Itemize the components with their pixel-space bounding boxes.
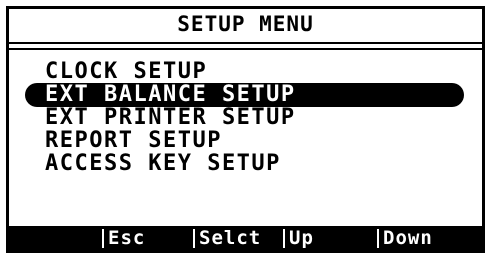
- title-divider: [9, 42, 482, 50]
- setup-menu-list: CLOCK SETUP EXT BALANCE SETUP EXT PRINTE…: [25, 60, 476, 176]
- up-softkey[interactable]: Up: [283, 226, 314, 250]
- menu-item-clock-setup[interactable]: CLOCK SETUP: [35, 60, 476, 84]
- softkey-bar: Esc Selct Up Down: [9, 226, 482, 250]
- menu-item-ext-balance-setup[interactable]: EXT BALANCE SETUP: [25, 83, 464, 107]
- screen-title: SETUP MENU: [177, 12, 314, 36]
- menu-item-access-key-setup[interactable]: ACCESS KEY SETUP: [35, 152, 476, 176]
- select-softkey[interactable]: Selct: [192, 226, 261, 250]
- menu-item-report-setup[interactable]: REPORT SETUP: [35, 129, 476, 153]
- menu-item-ext-printer-setup[interactable]: EXT PRINTER SETUP: [35, 106, 476, 130]
- lcd-screen: SETUP MENU CLOCK SETUP EXT BALANCE SETUP…: [6, 6, 485, 253]
- down-softkey[interactable]: Down: [377, 226, 433, 250]
- esc-softkey[interactable]: Esc: [101, 226, 145, 250]
